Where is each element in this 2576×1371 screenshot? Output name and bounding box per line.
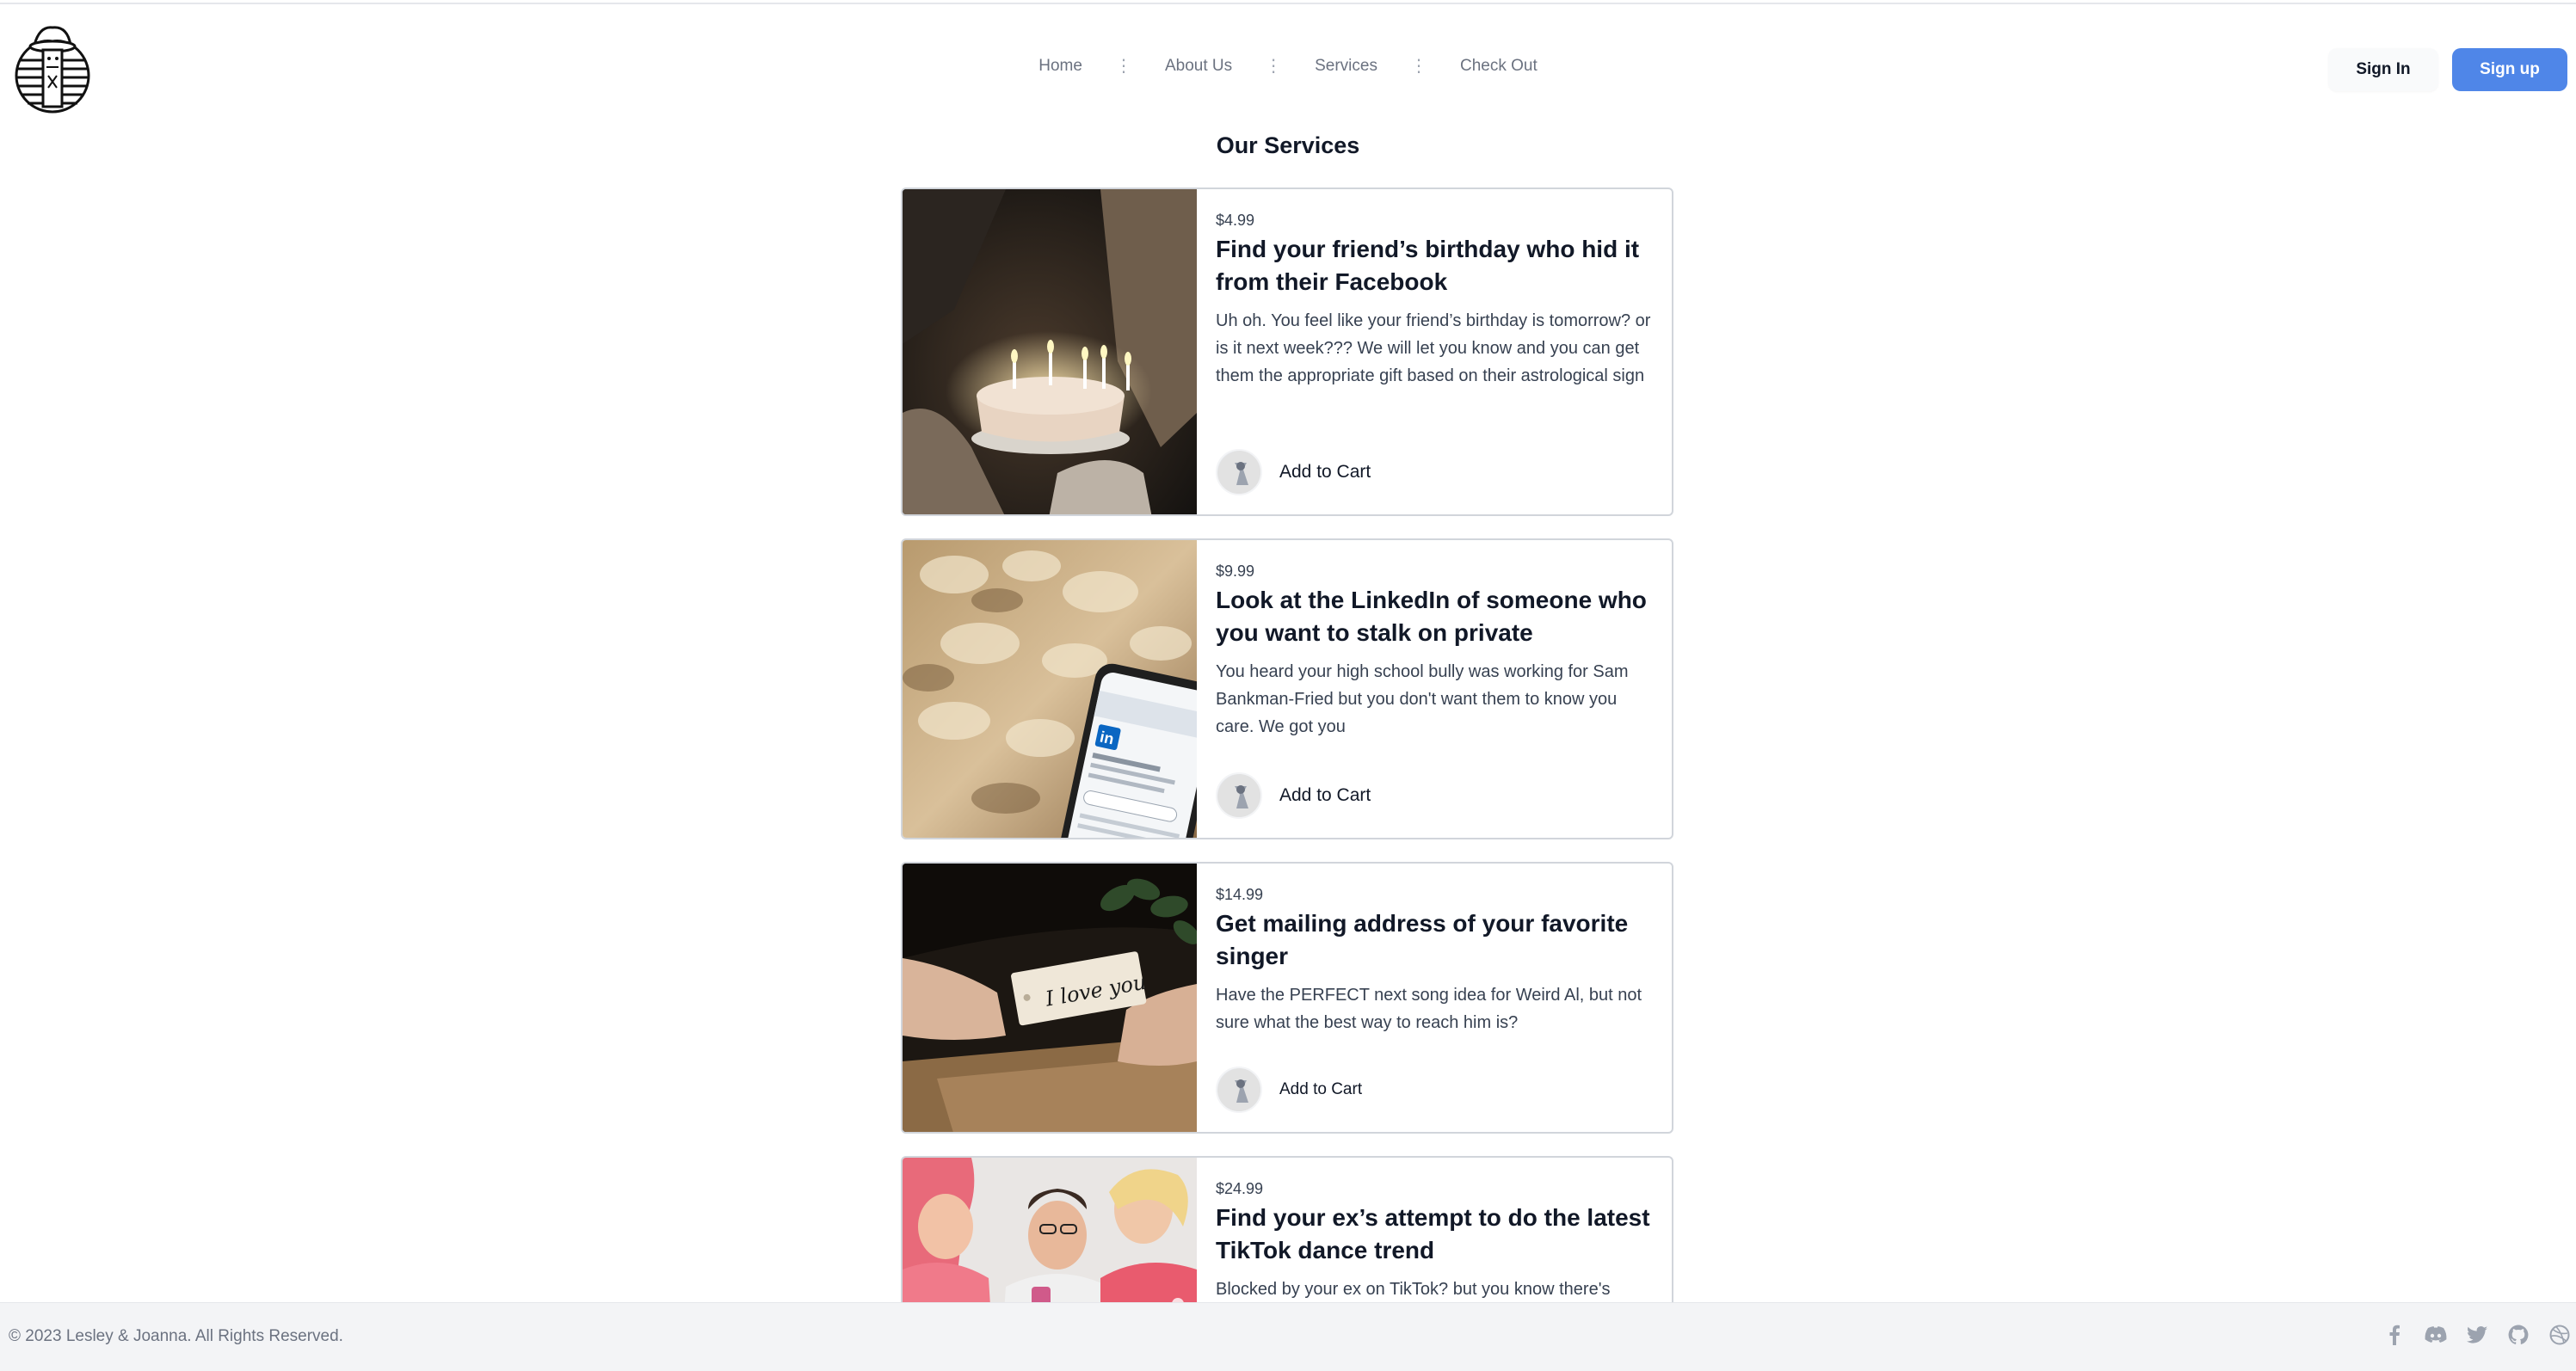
add-to-cart-button[interactable]: Add to Cart (1216, 772, 1371, 819)
nav-separator: ⋮ (1114, 57, 1132, 76)
service-card: in $9.99 Look at the LinkedIn of someone… (901, 538, 1673, 839)
love-note-image: I love you (903, 864, 1197, 1132)
service-description: Uh oh. You feel like your friend’s birth… (1216, 311, 1651, 385)
service-price: $24.99 (1216, 1180, 1264, 1197)
facebook-icon[interactable] (2383, 1324, 2406, 1346)
nav-item-check-out[interactable]: Check Out (1427, 57, 1570, 76)
add-to-cart-button[interactable]: Add to Cart (1216, 1067, 1362, 1113)
service-card: $4.99 Find your friend’s birthday who hi… (901, 188, 1673, 516)
service-card-body: $14.99 Get mailing address of your favor… (1197, 864, 1672, 1132)
copyright-text: © 2023 Lesley & Joanna. All Rights Reser… (9, 1327, 343, 1345)
nav-separator: ⋮ (1409, 57, 1427, 76)
service-price: $4.99 (1216, 212, 1255, 229)
add-to-cart-label: Add to Cart (1279, 785, 1371, 805)
add-to-cart-label: Add to Cart (1279, 1080, 1363, 1098)
nav-item-services[interactable]: Services (1282, 57, 1410, 76)
dribbble-icon[interactable] (2548, 1324, 2571, 1346)
cart-avatar-icon (1216, 449, 1262, 495)
service-card-body: $4.99 Find your friend’s birthday who hi… (1197, 189, 1672, 514)
page-title: Our Services (1216, 132, 1360, 158)
service-price: $9.99 (1216, 563, 1255, 580)
cart-avatar-icon (1216, 772, 1262, 819)
service-title[interactable]: Look at the LinkedIn of someone who you … (1216, 584, 1653, 649)
service-description: Blocked by your ex on TikTok? but you kn… (1216, 1280, 1611, 1299)
footer: © 2023 Lesley & Joanna. All Rights Reser… (0, 1302, 2576, 1371)
service-price: $14.99 (1216, 886, 1264, 903)
twitter-icon[interactable] (2466, 1324, 2488, 1346)
social-links (2383, 1324, 2576, 1346)
cart-avatar-icon (1216, 1067, 1262, 1113)
github-icon[interactable] (2507, 1324, 2530, 1346)
discord-icon[interactable] (2425, 1324, 2447, 1346)
service-title[interactable]: Find your ex’s attempt to do the latest … (1216, 1202, 1653, 1267)
linkedin-phone-image: in (903, 540, 1197, 838)
service-card-body: $9.99 Look at the LinkedIn of someone wh… (1197, 540, 1672, 838)
nav-item-about-us[interactable]: About Us (1132, 57, 1265, 76)
service-card: I love you $14.99 Get mailing address of… (901, 862, 1673, 1134)
add-to-cart-label: Add to Cart (1279, 462, 1371, 482)
nav-separator: ⋮ (1265, 57, 1283, 76)
sign-up-button[interactable]: Sign up (2452, 48, 2567, 91)
add-to-cart-button[interactable]: Add to Cart (1216, 449, 1371, 495)
top-border (0, 0, 2576, 4)
service-title[interactable]: Get mailing address of your favorite sin… (1216, 907, 1653, 973)
service-description: You heard your high school bully was wor… (1216, 662, 1629, 736)
nav-item-home[interactable]: Home (1006, 57, 1115, 76)
services-list: $4.99 Find your friend’s birthday who hi… (901, 188, 1673, 1371)
main-nav: Home ⋮ About Us ⋮ Services ⋮ Check Out (0, 57, 2576, 76)
service-title[interactable]: Find your friend’s birthday who hid it f… (1216, 233, 1653, 298)
sign-in-button[interactable]: Sign In (2328, 48, 2438, 91)
service-description: Have the PERFECT next song idea for Weir… (1216, 986, 1642, 1032)
birthday-cake-image (903, 189, 1197, 514)
